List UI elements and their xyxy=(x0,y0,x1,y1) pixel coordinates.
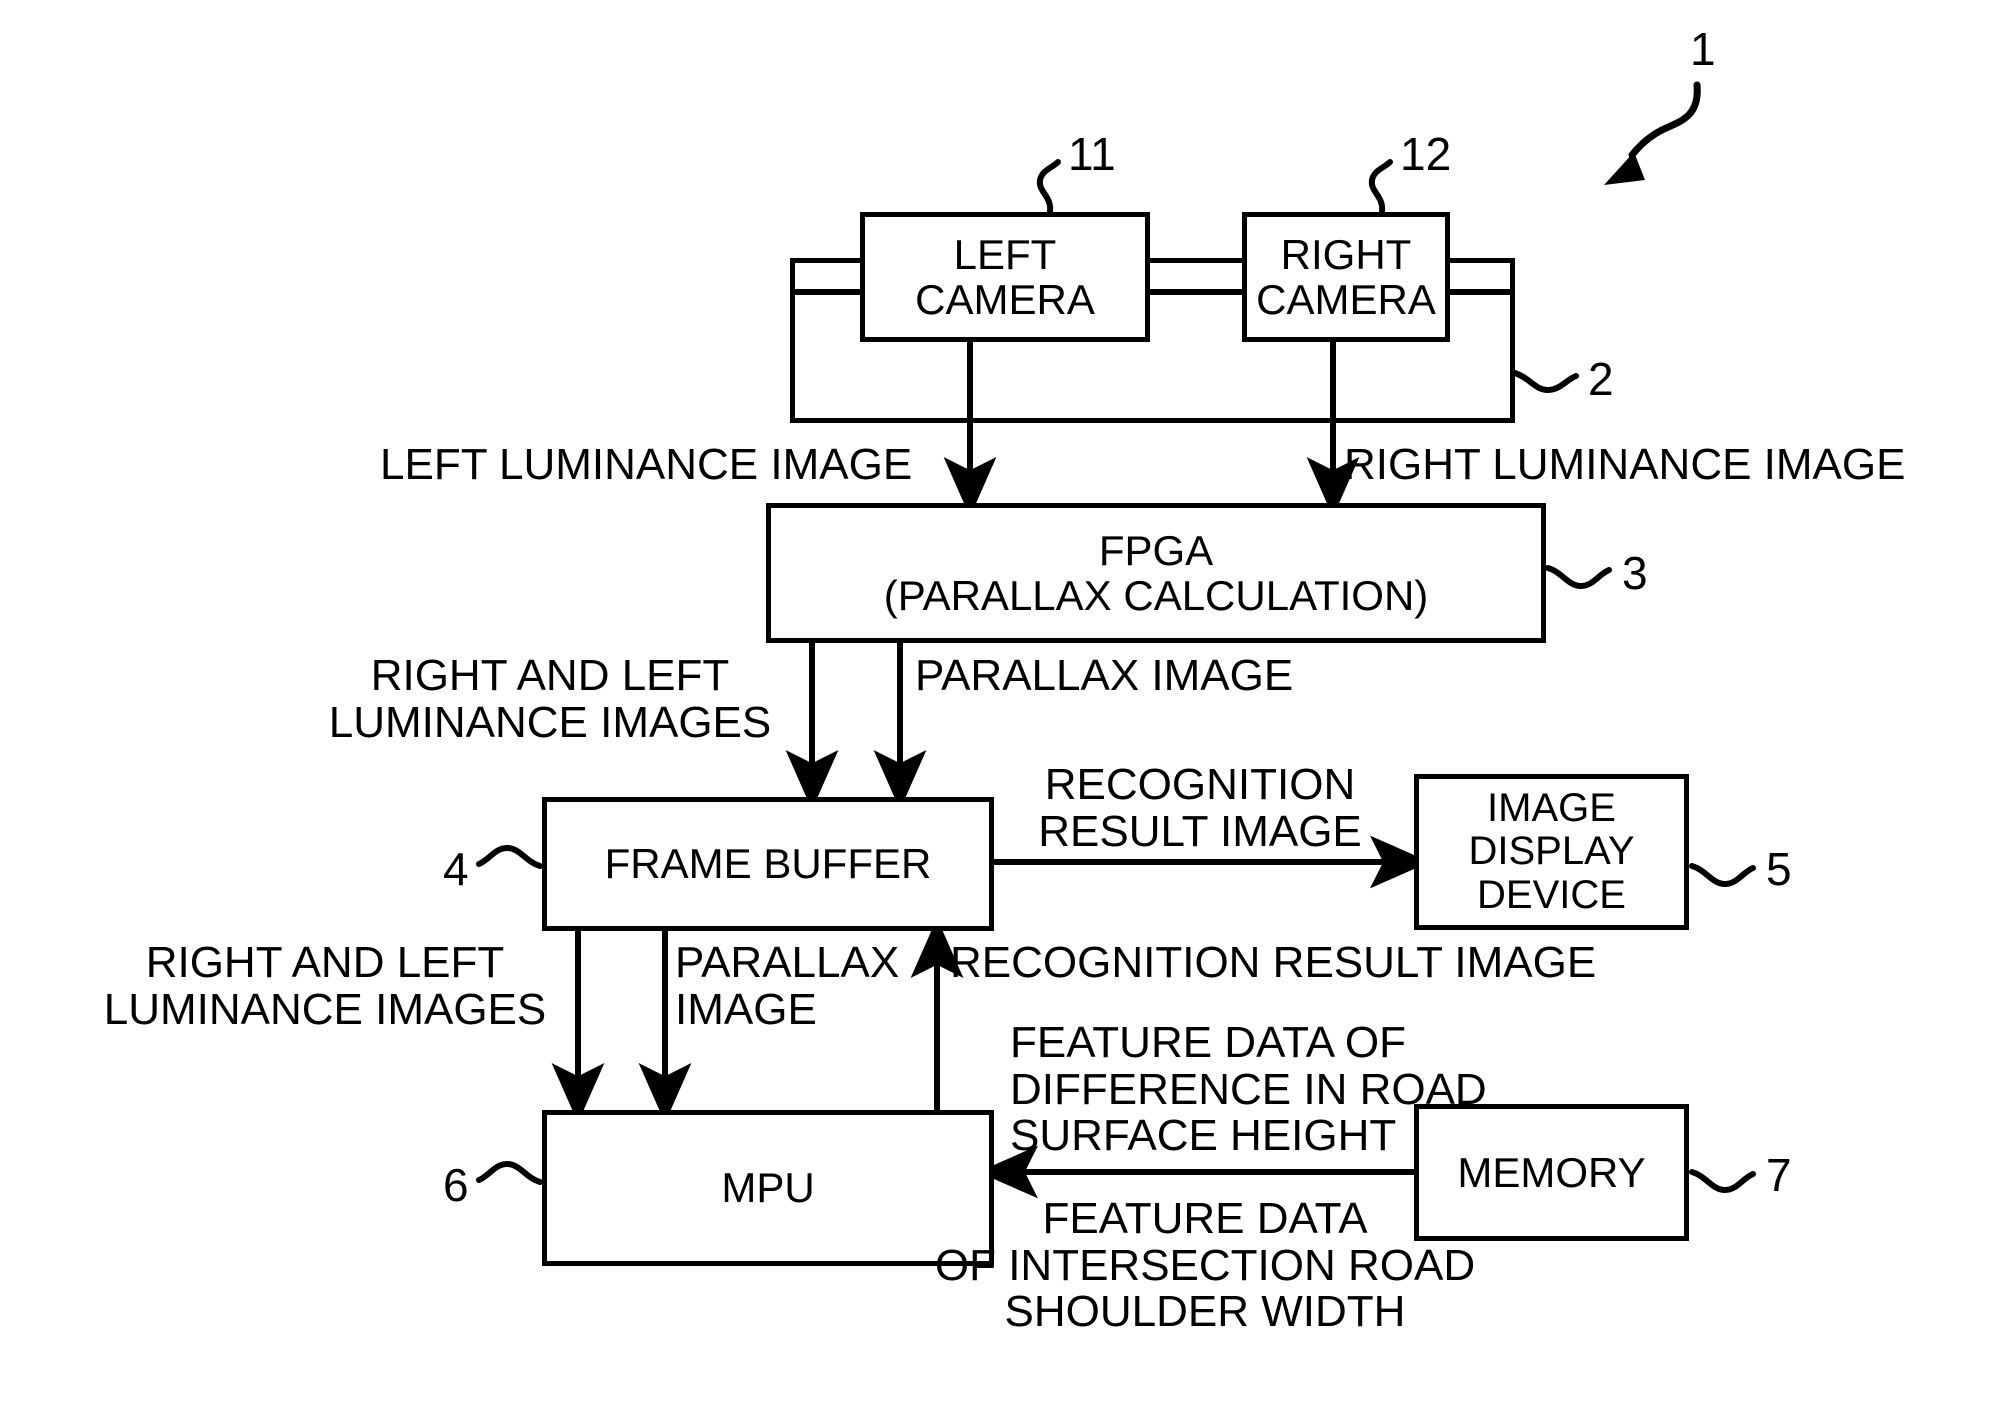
ref-numeral-3: 3 xyxy=(1622,547,1648,599)
right-camera-label-line2: CAMERA xyxy=(1256,276,1436,323)
image-display-device-block[interactable]: IMAGE DISPLAY DEVICE xyxy=(1414,774,1689,930)
edge-label-parallax-image-bottom: PARALLAX IMAGE xyxy=(675,938,900,1034)
display-label-line1: IMAGE xyxy=(1487,786,1616,831)
ref-numeral-1: 1 xyxy=(1690,23,1716,75)
ref-numeral-2: 2 xyxy=(1588,353,1614,405)
edge-label-right-luminance-image: RIGHT LUMINANCE IMAGE xyxy=(1344,440,1906,489)
left-camera-label-line2: CAMERA xyxy=(915,276,1095,323)
patent-figure-canvas: LEFT CAMERA RIGHT CAMERA FPGA (PARALLAX … xyxy=(0,0,2013,1414)
fpga-block[interactable]: FPGA (PARALLAX CALCULATION) xyxy=(766,503,1546,643)
right-camera-label-line1: RIGHT xyxy=(1280,230,1412,278)
ref-numeral-12: 12 xyxy=(1400,128,1452,180)
ref-numeral-11: 11 xyxy=(1068,128,1116,180)
edge-label-recognition-result-image-up: RECOGNITION RESULT IMAGE xyxy=(950,938,1597,987)
fpga-label-line2: (PARALLAX CALCULATION) xyxy=(883,572,1429,619)
left-camera-block[interactable]: LEFT CAMERA xyxy=(860,212,1150,342)
edge-label-recognition-result-image-display: RECOGNITION RESULT IMAGE xyxy=(1038,760,1362,856)
left-camera-label-line1: LEFT xyxy=(953,230,1057,278)
fpga-label-line1: FPGA xyxy=(1098,526,1214,574)
display-label-line2: DISPLAY xyxy=(1468,829,1635,874)
edge-label-feature-data-intersection-shoulder-width: FEATURE DATA OF INTERSECTION ROAD SHOULD… xyxy=(934,1194,1476,1337)
frame-buffer-block[interactable]: FRAME BUFFER xyxy=(542,797,994,931)
right-camera-block[interactable]: RIGHT CAMERA xyxy=(1242,212,1450,342)
ref-numeral-4: 4 xyxy=(443,843,469,895)
mpu-label: MPU xyxy=(721,1164,815,1212)
system-ref-arrowhead xyxy=(1604,152,1645,185)
display-label-line3: DEVICE xyxy=(1477,872,1626,917)
ref-numeral-6: 6 xyxy=(443,1159,469,1211)
edge-label-feature-data-road-surface-height: FEATURE DATA OF DIFFERENCE IN ROAD SURFA… xyxy=(1010,1018,1487,1161)
edge-label-left-luminance-image: LEFT LUMINANCE IMAGE xyxy=(380,440,913,489)
edge-label-right-left-luminance-images-bottom: RIGHT AND LEFT LUMINANCE IMAGES xyxy=(103,938,547,1034)
edge-label-right-left-luminance-images-top: RIGHT AND LEFT LUMINANCE IMAGES xyxy=(328,651,772,747)
ref-numeral-7: 7 xyxy=(1766,1149,1792,1201)
ref-numeral-5: 5 xyxy=(1766,843,1792,895)
frame-buffer-label: FRAME BUFFER xyxy=(604,840,932,888)
edge-label-parallax-image-top: PARALLAX IMAGE xyxy=(915,651,1294,700)
